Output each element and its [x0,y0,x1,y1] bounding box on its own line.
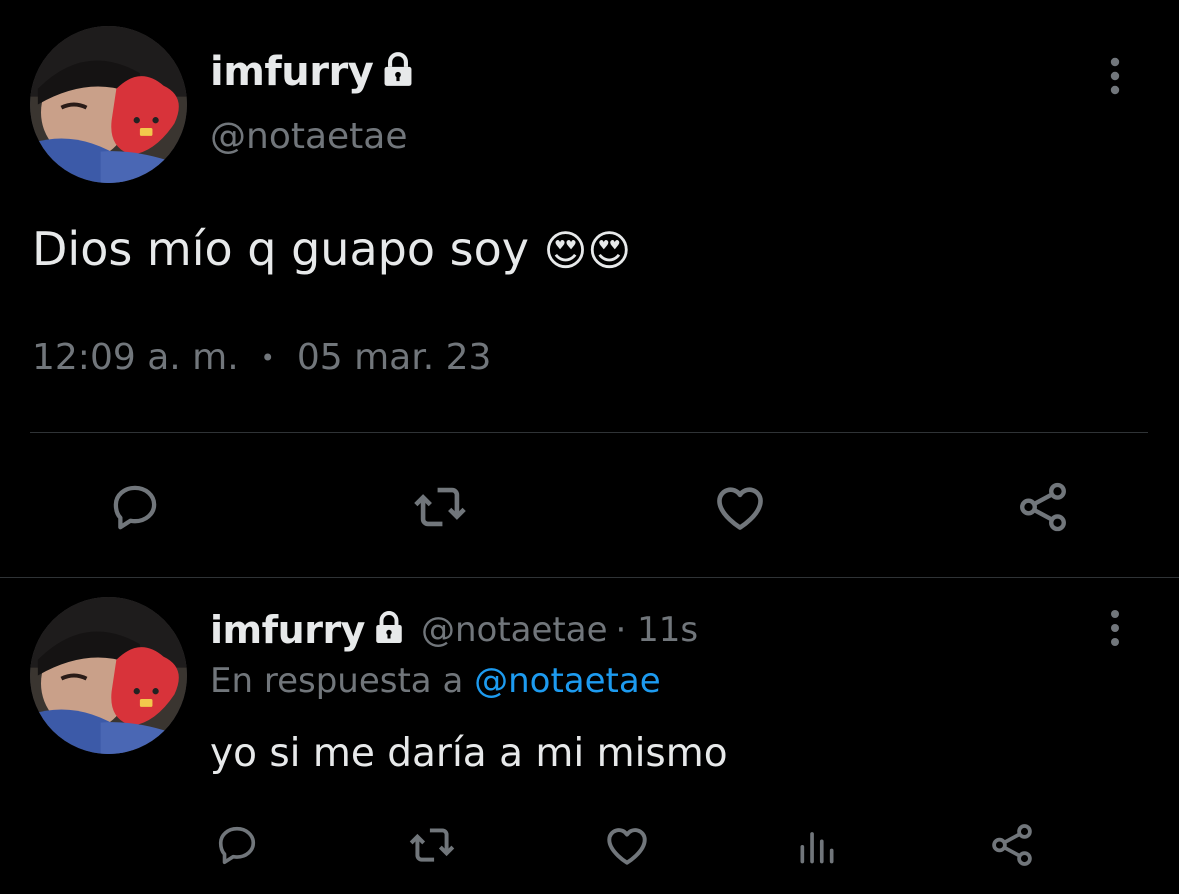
heart-eyes-emoji: 😍😍 [543,226,632,275]
tweet-date[interactable]: 05 mar. 23 [297,337,492,378]
reply-age: · 11s [615,610,699,650]
tweet-text: Dios mío q guapo soy 😍😍 [32,222,631,276]
tweet-time[interactable]: 12:09 a. m. [32,337,239,378]
author-display-name[interactable]: imfurry [210,49,374,95]
timestamp-separator: • [260,343,275,372]
retweet-button[interactable] [402,818,462,872]
divider [30,432,1148,433]
reply-button[interactable] [207,818,267,872]
more-vertical-icon[interactable] [1100,608,1130,652]
author-handle[interactable]: @notaetae [210,116,408,157]
retweet-icon [414,487,466,527]
avatar-image [30,597,187,754]
replying-to-label: En respuesta a [210,661,464,701]
author-name-row: imfurry [210,44,417,100]
retweet-icon [409,828,455,862]
share-icon [1020,482,1066,532]
share-button[interactable] [982,818,1042,872]
heart-icon [607,828,647,865]
views-icon [800,832,834,864]
reply-avatar[interactable] [30,597,187,754]
lock-icon [371,610,407,650]
heart-icon [717,487,763,530]
share-icon [992,824,1032,866]
like-button[interactable] [705,475,775,539]
reply-text: yo si me daría a mi mismo [210,731,728,776]
tweet-text-content: Dios mío q guapo soy [32,222,529,276]
tweet-timestamp: 12:09 a. m. • 05 mar. 23 [32,337,491,378]
views-button[interactable] [787,818,847,872]
share-button[interactable] [1008,475,1078,539]
reply-button[interactable] [100,475,170,539]
reply-handle[interactable]: @notaetae [421,610,608,650]
retweet-button[interactable] [405,475,475,539]
like-button[interactable] [597,818,657,872]
lock-icon [379,51,417,93]
reply-icon [218,826,256,865]
avatar[interactable] [30,26,187,183]
reply-icon [113,485,157,530]
more-vertical-icon[interactable] [1100,55,1130,101]
reply-name-row: imfurry @notaetae · 11s [210,604,698,656]
reply-display-name[interactable]: imfurry [210,608,365,652]
replying-to-mention[interactable]: @notaetae [474,661,661,701]
divider [0,577,1179,578]
replying-to: En respuesta a @notaetae [210,661,661,701]
avatar-image [30,26,187,183]
